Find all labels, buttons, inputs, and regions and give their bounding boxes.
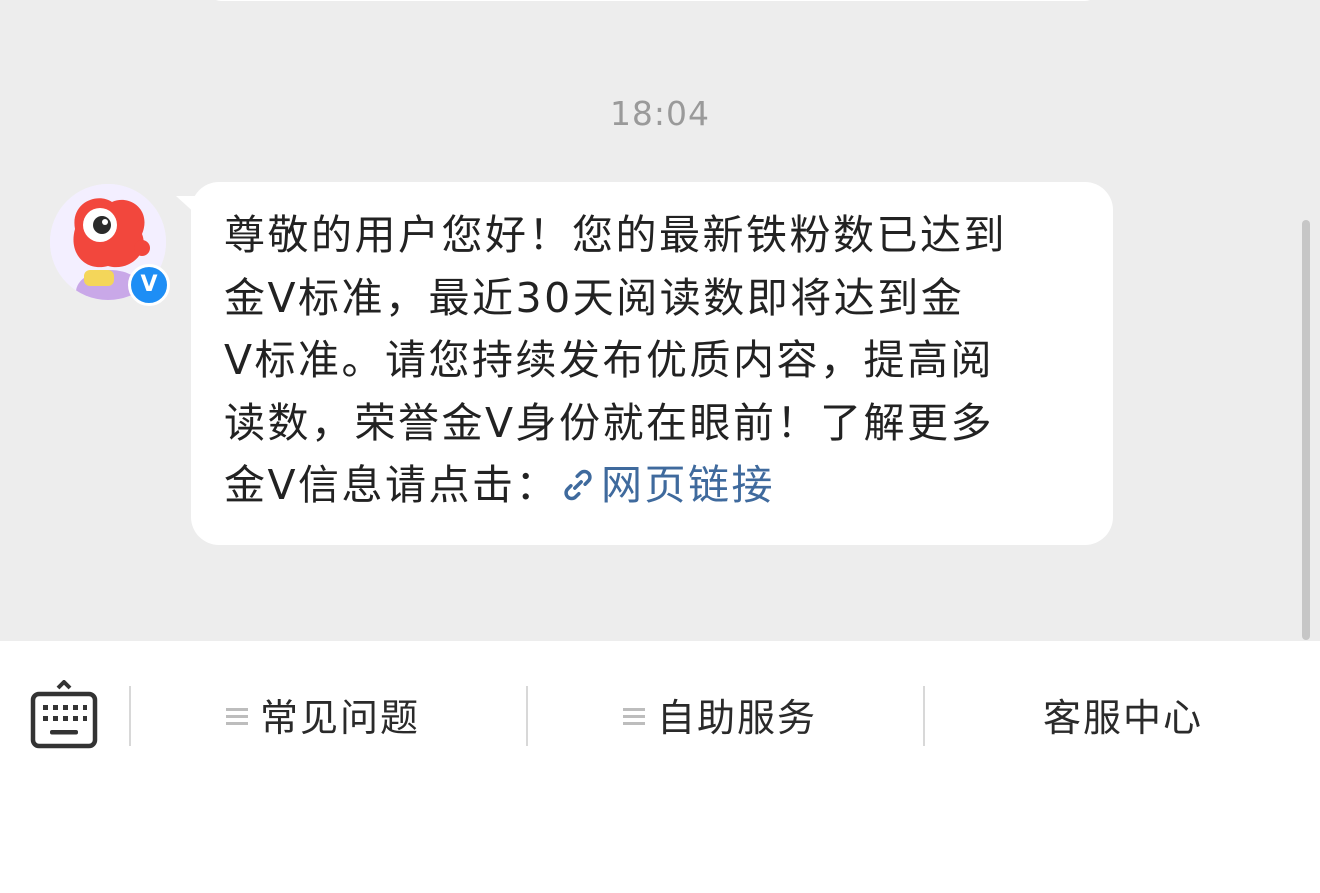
message-text: 尊敬的用户您好！您的最新铁粉数已达到 金Ⅴ标准，最近30天阅读数即将达到金 Ⅴ标… bbox=[224, 204, 1094, 517]
previous-message-bubble bbox=[208, 0, 1098, 1]
web-link-label: 网页链接 bbox=[601, 461, 776, 509]
menu-faq-label: 常见问题 bbox=[260, 696, 421, 740]
menu-customer-service[interactable]: 客服中心 bbox=[1043, 690, 1203, 746]
menu-self-service-label: 自助服务 bbox=[657, 696, 818, 740]
menu-divider bbox=[129, 686, 131, 746]
menu-customer-service-label: 客服中心 bbox=[1043, 696, 1204, 740]
message-line: 读数，荣誉金Ⅴ身份就在眼前！了解更多 bbox=[224, 398, 995, 447]
message-timestamp: 18:04 bbox=[609, 94, 711, 133]
message-line-last: 金Ⅴ信息请点击： 网页链接 bbox=[224, 454, 1094, 517]
menu-divider bbox=[923, 686, 925, 746]
menu-faq[interactable]: 常见问题 bbox=[226, 690, 420, 746]
message-line: 尊敬的用户您好！您的最新铁粉数已达到 bbox=[224, 211, 1007, 259]
menu-divider bbox=[526, 686, 528, 746]
scrollbar[interactable] bbox=[1302, 220, 1310, 640]
message-line: 金Ⅴ标准，最近30天阅读数即将达到金 bbox=[224, 273, 965, 322]
keyboard-icon bbox=[30, 680, 98, 749]
web-link[interactable]: 网页链接 bbox=[559, 461, 775, 509]
message-line: Ⅴ标准。请您持续发布优质内容，提高阅 bbox=[224, 336, 995, 384]
link-icon bbox=[564, 469, 592, 501]
menu-list-icon bbox=[226, 704, 248, 729]
menu-list-icon bbox=[623, 704, 645, 729]
verified-badge-icon: V bbox=[128, 264, 170, 306]
menu-self-service[interactable]: 自助服务 bbox=[623, 690, 817, 746]
link-prefix-text: 金Ⅴ信息请点击： bbox=[224, 461, 560, 509]
message-bubble[interactable]: 尊敬的用户您好！您的最新铁粉数已达到 金Ⅴ标准，最近30天阅读数即将达到金 Ⅴ标… bbox=[191, 182, 1113, 545]
keyboard-toggle-button[interactable] bbox=[28, 680, 100, 752]
